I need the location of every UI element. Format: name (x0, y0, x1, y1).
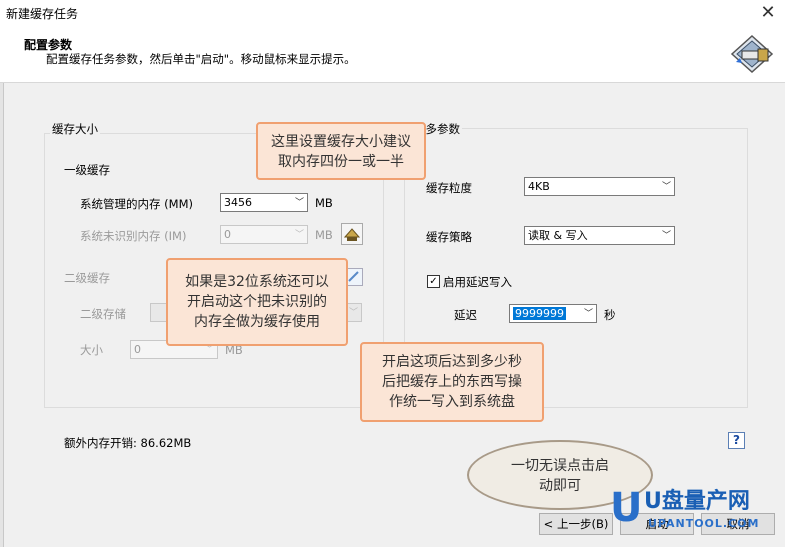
window-title: 新建缓存任务 (6, 7, 79, 21)
im-unit: MB (315, 228, 333, 242)
tip-line: 开启这项后达到多少秒 (382, 354, 522, 370)
chevron-down-icon: ﹀ (661, 231, 671, 241)
help-icon[interactable]: ? (728, 432, 745, 449)
l2-storage-label: 二级存储 (80, 307, 126, 321)
chevron-down-icon: ﹀ (661, 182, 671, 192)
granularity-value: 4KB (528, 180, 550, 193)
size-value: 0 (134, 343, 141, 356)
tip-line: 内存全做为缓存使用 (194, 314, 320, 330)
delay-label: 延迟 (454, 308, 477, 322)
granularity-combo[interactable]: 4KB ﹀ (524, 177, 675, 196)
title-bar: 新建缓存任务 ✕ (0, 0, 785, 28)
delay-write-label: 启用延迟写入 (443, 275, 512, 289)
chevron-down-icon: ﹀ (583, 309, 593, 319)
configure-im-icon[interactable] (341, 223, 363, 245)
delay-unit: 秒 (604, 308, 616, 322)
im-label: 系统未识别内存 (IM) (80, 229, 187, 243)
policy-combo[interactable]: 读取 & 写入 ﹀ (524, 226, 675, 245)
mm-label: 系统管理的内存 (MM) (80, 197, 193, 211)
tip-callout-delay: 开启这项后达到多少秒 后把缓存上的东西写操 作统一写入到系统盘 (360, 342, 544, 422)
tip-line: 如果是32位系统还可以 (185, 274, 329, 290)
close-icon[interactable]: ✕ (756, 2, 780, 24)
header-subtitle: 配置缓存任务参数，然后单击"启动"。移动鼠标来显示提示。 (46, 52, 356, 66)
mm-unit: MB (315, 196, 333, 210)
policy-label: 缓存策略 (426, 230, 472, 244)
chevron-down-icon: ﹀ (294, 230, 304, 240)
cache-logo-icon (730, 34, 774, 74)
im-value: 0 (224, 228, 231, 241)
tip-line: 后把缓存上的东西写操 (382, 374, 522, 390)
l1-cache-label: 一级缓存 (64, 163, 110, 177)
policy-value: 读取 & 写入 (528, 229, 588, 242)
tip-callout-cache-size: 这里设置缓存大小建议 取内存四份一或一半 (256, 122, 426, 180)
watermark-subtext: UPANTOOL.COM (648, 517, 760, 530)
tip-line: 作统一写入到系统盘 (389, 394, 515, 410)
cache-size-label: 缓存大小 (50, 121, 100, 137)
granularity-label: 缓存粒度 (426, 181, 472, 195)
watermark-u-logo: U (610, 485, 643, 531)
watermark-text: U盘量产网 (644, 489, 750, 514)
back-button[interactable]: < 上一步(B) (539, 513, 613, 535)
mm-value: 3456 (224, 196, 252, 209)
l2-cache-label: 二级缓存 (64, 271, 110, 285)
size-label: 大小 (80, 343, 103, 357)
left-edge (0, 83, 4, 547)
watermark: U U盘量产网 UPANTOOL.COM (610, 485, 780, 543)
delay-value: 9999999 (513, 307, 566, 320)
extra-memory-text: 额外内存开销: 86.62MB (64, 436, 192, 450)
im-combo[interactable]: 0 ﹀ (220, 225, 308, 244)
tip-line: 一切无误点击启 (511, 458, 609, 474)
chevron-down-icon: ﹀ (294, 198, 304, 208)
delay-write-checkbox[interactable]: ✓ (427, 275, 440, 288)
chevron-down-icon: ﹀ (348, 308, 358, 318)
tip-callout-32bit: 如果是32位系统还可以 开启动这个把未识别的 内存全做为缓存使用 (166, 258, 348, 346)
tip-line: 开启动这个把未识别的 (187, 294, 327, 310)
mm-combo[interactable]: 3456 ﹀ (220, 193, 308, 212)
delay-combo[interactable]: 9999999 ﹀ (509, 304, 597, 323)
tip-line: 这里设置缓存大小建议 (271, 134, 411, 150)
tip-line: 取内存四份一或一半 (278, 154, 404, 170)
